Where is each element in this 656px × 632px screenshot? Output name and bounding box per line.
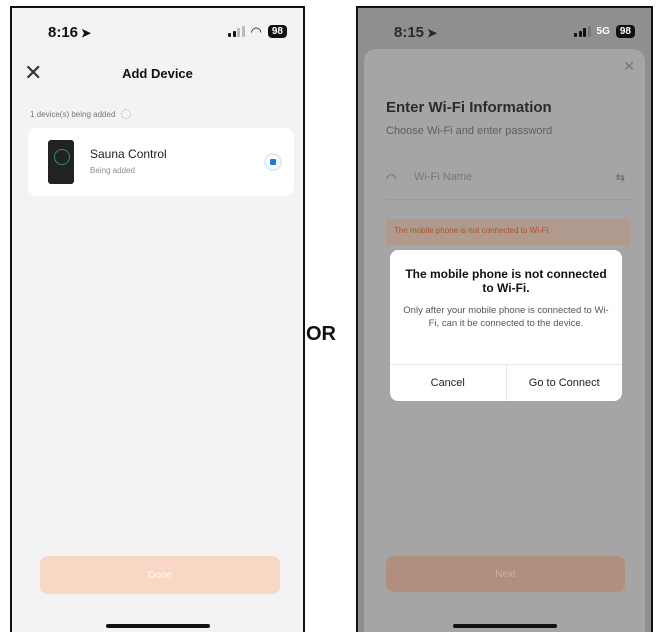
sauna-control-thumbnail bbox=[48, 140, 74, 184]
status-icons: 5G 98 bbox=[574, 25, 635, 38]
wifi-name-field[interactable]: ◠ Wi-Fi Name ⇆ bbox=[386, 165, 631, 200]
battery-icon: 98 bbox=[615, 25, 635, 38]
adding-status: 1 device(s) being added bbox=[30, 109, 132, 119]
or-separator: OR bbox=[306, 323, 336, 345]
status-time: 8:15 ➤ bbox=[394, 24, 437, 41]
network-type: 5G bbox=[596, 26, 610, 37]
wifi-info-screen: 8:15 ➤ 5G 98 ✕ Enter Wi-Fi Information Ch… bbox=[356, 6, 653, 632]
status-time: 8:16 ➤ bbox=[48, 24, 91, 41]
device-status: Being added bbox=[90, 166, 135, 175]
next-button[interactable]: Next bbox=[386, 556, 625, 592]
device-card: Sauna Control Being added bbox=[28, 128, 294, 196]
wifi-alert-dialog: The mobile phone is not connected to Wi-… bbox=[390, 250, 622, 401]
home-indicator bbox=[105, 624, 210, 628]
close-icon[interactable]: ✕ bbox=[623, 58, 635, 75]
sheet-subtitle: Choose Wi-Fi and enter password bbox=[386, 125, 553, 137]
wifi-warning-banner: The mobile phone is not connected to Wi-… bbox=[386, 219, 631, 245]
time-text: 8:15 bbox=[394, 24, 425, 41]
signal-icon bbox=[574, 26, 591, 37]
adding-count-text: 1 device(s) being added bbox=[30, 109, 116, 119]
go-to-connect-button[interactable]: Go to Connect bbox=[505, 365, 623, 401]
switch-wifi-icon[interactable]: ⇆ bbox=[616, 171, 625, 184]
add-device-screen: 8:16 ➤ ◠ 98 ✕ Add Device 1 device(s) bein… bbox=[10, 6, 305, 632]
device-name: Sauna Control bbox=[90, 147, 167, 161]
progress-stop-icon[interactable] bbox=[264, 153, 282, 171]
wifi-name-placeholder: Wi-Fi Name bbox=[414, 171, 473, 183]
wifi-icon: ◠ bbox=[386, 171, 397, 185]
sheet-title: Enter Wi-Fi Information bbox=[386, 99, 552, 116]
battery-icon: 98 bbox=[267, 25, 287, 38]
status-icons: ◠ 98 bbox=[228, 25, 287, 38]
cancel-button[interactable]: Cancel bbox=[390, 365, 506, 401]
time-text: 8:16 bbox=[48, 24, 79, 41]
location-arrow-icon: ➤ bbox=[81, 26, 92, 40]
dialog-actions: Cancel Go to Connect bbox=[390, 364, 622, 401]
dialog-title: The mobile phone is not connected to Wi-… bbox=[405, 267, 607, 295]
status-bar: 8:15 ➤ 5G 98 bbox=[358, 8, 651, 52]
loading-spinner-icon bbox=[121, 109, 132, 119]
wifi-status-icon: ◠ bbox=[250, 23, 262, 39]
status-bar: 8:16 ➤ ◠ 98 bbox=[12, 8, 303, 52]
home-indicator bbox=[452, 624, 557, 628]
signal-icon bbox=[228, 26, 245, 37]
location-arrow-icon: ➤ bbox=[427, 26, 438, 40]
page-title: Add Device bbox=[122, 66, 193, 81]
done-button[interactable]: Done bbox=[40, 556, 280, 594]
warning-text: The mobile phone is not connected to Wi-… bbox=[394, 226, 551, 235]
dialog-message: Only after your mobile phone is connecte… bbox=[403, 305, 609, 329]
